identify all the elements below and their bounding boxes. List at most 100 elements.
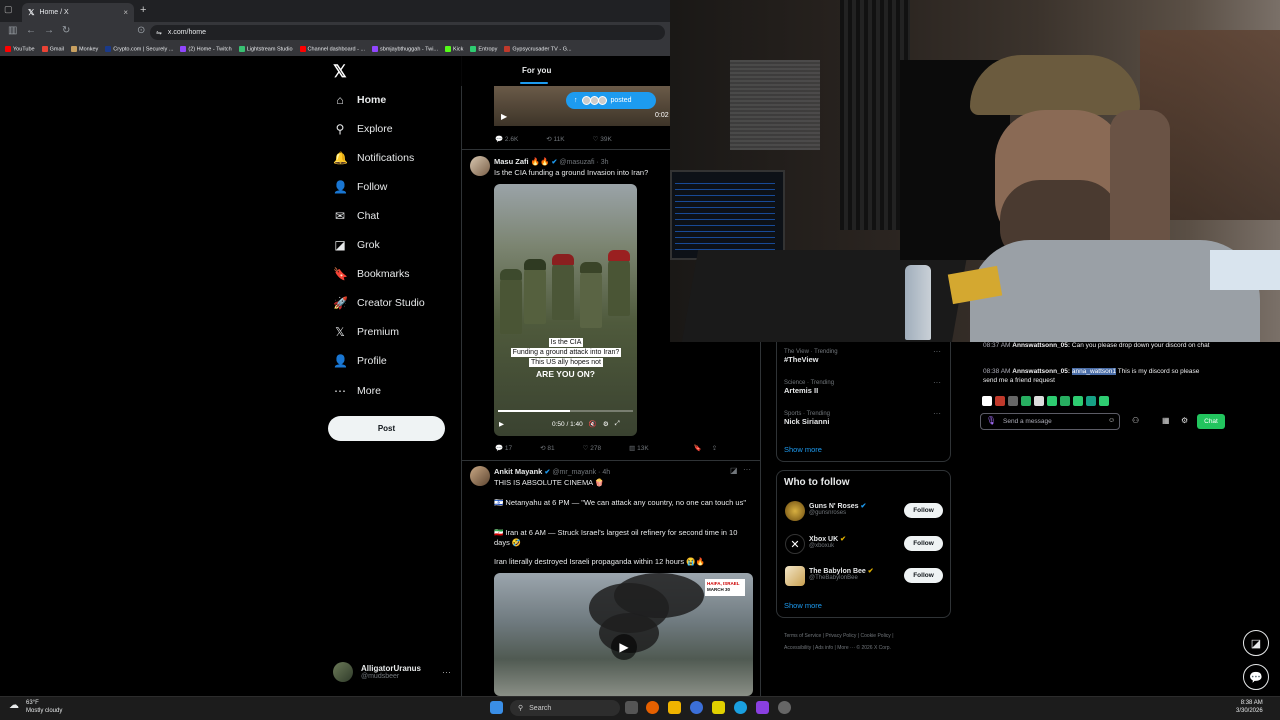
avatar[interactable]: [785, 566, 805, 586]
nav-chat[interactable]: ✉ Chat: [333, 204, 379, 228]
follow-show-more-link[interactable]: Show more: [784, 601, 822, 610]
bookmark-entropy[interactable]: Entropy: [470, 45, 497, 52]
chat-message-input[interactable]: Send a message: [980, 413, 1120, 430]
grok-float-icon[interactable]: ◪: [1243, 630, 1269, 656]
repost-button[interactable]: ⟲ 81: [540, 444, 555, 452]
x-home-logo[interactable]: 𝕏: [333, 62, 347, 82]
trend-more-icon[interactable]: ···: [933, 409, 941, 418]
footer-link[interactable]: Accessibility: [784, 645, 811, 651]
follow-button[interactable]: Follow: [904, 503, 943, 518]
app-icon[interactable]: [690, 701, 703, 714]
sidebar-toggle-icon[interactable]: ▥: [8, 25, 17, 36]
fullscreen-icon[interactable]: ⤢: [615, 420, 620, 428]
bookmark-lightstream[interactable]: Lightstream Studio: [238, 45, 293, 52]
trend-item[interactable]: Science · Trending Artemis II: [784, 380, 834, 395]
store-icon[interactable]: ▦: [1162, 416, 1170, 425]
site-info-icon[interactable]: ⊙: [137, 25, 145, 36]
emote-icon[interactable]: [1047, 396, 1057, 406]
trend-item[interactable]: The View · Trending #TheView: [784, 349, 838, 364]
repost-button[interactable]: ⟲ 11K: [546, 135, 564, 143]
footer-link[interactable]: Ads info: [815, 645, 833, 651]
nav-explore[interactable]: ⚲ Explore: [333, 117, 393, 141]
nav-profile[interactable]: 👤 Profile: [333, 349, 387, 373]
follow-button[interactable]: Follow: [904, 568, 943, 583]
app-icon[interactable]: [756, 701, 769, 714]
points-icon[interactable]: ⚇: [1132, 416, 1139, 425]
bookmark-channel-dashboard[interactable]: Channel dashboard - ...: [299, 45, 365, 52]
bookmark-twitch-channel[interactable]: sbmjaybthuggah - Twi...: [372, 45, 438, 52]
emote-icon[interactable]: [995, 396, 1005, 406]
emote-icon[interactable]: [1008, 396, 1018, 406]
bookmark-gypsycrusader[interactable]: Gypsycrusader TV - G...: [504, 45, 572, 52]
emote-icon[interactable]: [1034, 396, 1044, 406]
footer-link[interactable]: Terms of Service: [784, 633, 821, 639]
browser-tab-home[interactable]: 𝕏 Home / X ×: [22, 3, 134, 22]
reload-icon[interactable]: ↻: [62, 25, 70, 36]
post-author[interactable]: Masu Zafi 🔥🔥 ✔ @masuzafi · 3h: [494, 157, 609, 166]
edge-icon[interactable]: [734, 701, 747, 714]
window-menu-icon[interactable]: ▢: [4, 4, 13, 15]
nav-notifications[interactable]: 🔔 Notifications: [333, 146, 414, 170]
file-explorer-icon[interactable]: [668, 701, 681, 714]
trends-show-more-link[interactable]: Show more: [784, 445, 822, 454]
follow-button[interactable]: Follow: [904, 536, 943, 551]
emote-icon[interactable]: [1073, 396, 1083, 406]
emote-icon[interactable]: [1021, 396, 1031, 406]
emote-icon[interactable]: [1060, 396, 1070, 406]
emoji-icon[interactable]: ☺: [1108, 417, 1115, 424]
settings-icon[interactable]: [778, 701, 791, 714]
trend-more-icon[interactable]: ···: [933, 347, 941, 356]
nav-bookmarks[interactable]: 🔖 Bookmarks: [333, 262, 410, 286]
play-icon[interactable]: ▶: [499, 420, 504, 428]
bookmark-kick[interactable]: Kick: [445, 45, 463, 52]
suggestion-user[interactable]: Xbox UK ✔ @xboxuk: [809, 535, 846, 549]
messages-float-icon[interactable]: 💬: [1243, 664, 1269, 690]
play-icon[interactable]: ▶: [611, 634, 637, 660]
bookmark-monkey[interactable]: Monkey: [71, 45, 98, 52]
firefox-icon[interactable]: [646, 701, 659, 714]
nav-creator-studio[interactable]: 🚀 Creator Studio: [333, 291, 425, 315]
chat-settings-icon[interactable]: ⚙: [1181, 416, 1188, 425]
views-button[interactable]: ▥ 13K: [629, 444, 649, 452]
reply-button[interactable]: 💬 2.6K: [495, 135, 518, 143]
app-icon[interactable]: [712, 701, 725, 714]
emote-icon[interactable]: [1086, 396, 1096, 406]
mute-icon[interactable]: 🔇: [589, 420, 597, 428]
post-more-icon[interactable]: ···: [743, 465, 751, 474]
post-button[interactable]: Post: [328, 416, 445, 441]
xbox-logo-icon[interactable]: ✕: [785, 534, 805, 554]
nav-grok[interactable]: ◪ Grok: [333, 233, 379, 257]
nav-home[interactable]: ⌂ Home: [333, 88, 386, 112]
nav-follow[interactable]: 👤 Follow: [333, 175, 387, 199]
settings-icon[interactable]: ⚙: [603, 420, 609, 428]
tab-close-icon[interactable]: ×: [123, 8, 128, 17]
footer-link[interactable]: Cookie Policy: [861, 633, 891, 639]
url-bar[interactable]: ⇋ x.com/home: [150, 25, 665, 40]
tab-for-you[interactable]: For you: [522, 66, 551, 75]
footer-link[interactable]: Privacy Policy: [825, 633, 856, 639]
avatar[interactable]: [470, 466, 490, 486]
account-more-icon[interactable]: ···: [442, 667, 451, 677]
nav-premium[interactable]: 𝕏 Premium: [333, 320, 399, 344]
nav-more[interactable]: ⋯ More: [333, 379, 381, 403]
footer-link[interactable]: More ···: [837, 645, 855, 651]
trend-item[interactable]: Sports · Trending Nick Sirianni: [784, 411, 830, 426]
play-icon[interactable]: ▶: [501, 112, 507, 121]
avatar[interactable]: [785, 501, 805, 521]
post-video[interactable]: [494, 184, 637, 436]
new-tab-button[interactable]: +: [140, 4, 146, 16]
taskbar-clock[interactable]: 8:38 AM 3/30/2026: [1236, 699, 1263, 715]
taskbar-search[interactable]: ⚲ Search: [510, 700, 620, 716]
new-posts-pill[interactable]: ↑ posted: [566, 92, 656, 109]
bookmark-icon[interactable]: 🔖: [694, 444, 702, 452]
reply-button[interactable]: 💬 17: [495, 444, 512, 452]
bookmark-youtube[interactable]: YouTube: [5, 45, 35, 52]
emote-icon[interactable]: [982, 396, 992, 406]
like-button[interactable]: ♡ 39K: [593, 135, 612, 143]
windows-start-icon[interactable]: [490, 701, 503, 714]
avatar[interactable]: [470, 156, 490, 176]
grok-icon[interactable]: ◪: [730, 466, 738, 475]
back-icon[interactable]: ←: [26, 25, 36, 36]
bookmark-crypto[interactable]: Crypto.com | Securely ...: [105, 45, 173, 52]
task-view-icon[interactable]: [625, 701, 638, 714]
